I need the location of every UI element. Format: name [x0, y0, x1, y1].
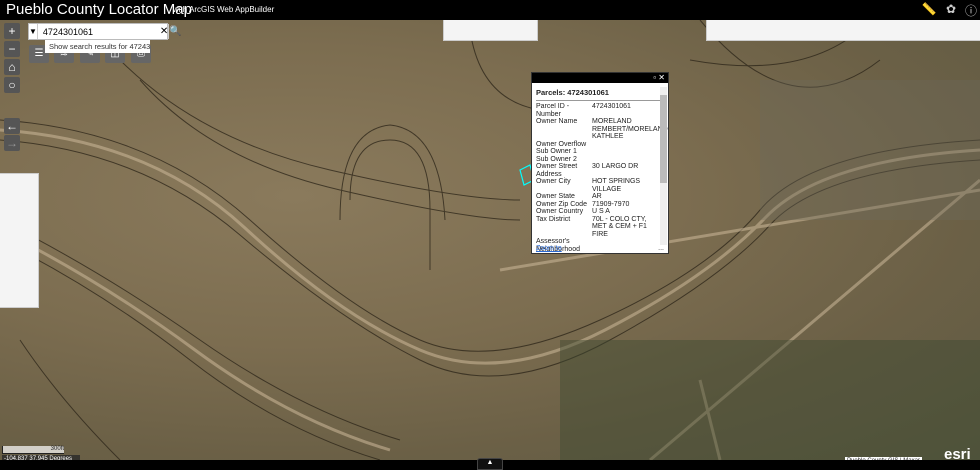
zoom-in-button[interactable]: +: [4, 23, 20, 39]
info-icon[interactable]: ⓘ: [962, 2, 980, 18]
field-value: 70L - COLO CTY, MET & CEM + F1 FIRE: [592, 215, 647, 238]
app-subtitle: with ArcGIS Web AppBuilder: [173, 5, 275, 14]
unmapped-area: [0, 173, 39, 308]
popup-field-row: Owner Name MORELAND REMBERT/MORELAND KATH…: [536, 118, 668, 141]
field-value: 4724301061: [592, 103, 631, 110]
unmapped-area: [443, 20, 538, 41]
zoom-to-link[interactable]: Zoom to: [536, 245, 664, 252]
scale-bar: 300ft: [2, 446, 64, 454]
search-icon[interactable]: 🔍: [168, 24, 182, 39]
field-label: Parcel ID - Number: [536, 103, 570, 118]
popup-field-row: Owner Overflow: [536, 141, 658, 149]
measure-icon[interactable]: 📏: [920, 2, 938, 18]
popup-field-row: Sub Owner 1: [536, 148, 658, 156]
field-value: [592, 156, 658, 164]
next-extent-button[interactable]: →: [4, 135, 20, 151]
clear-icon[interactable]: ✕: [160, 24, 168, 39]
field-label: Owner Street Address: [536, 163, 578, 178]
expand-panel-button[interactable]: ▲: [477, 458, 503, 470]
field-label: Owner Overflow: [536, 140, 587, 148]
field-label: Sub Owner 1: [536, 148, 577, 155]
popup-field-row: Owner State AR: [536, 193, 658, 201]
popup-field-row: Sub Owner 2: [536, 156, 658, 164]
popup-field-row: Owner Country U S A: [536, 208, 658, 216]
app-header: Pueblo County Locator Map with ArcGIS We…: [0, 0, 980, 20]
popup-scrollbar[interactable]: [660, 87, 667, 245]
locate-button[interactable]: ○: [4, 77, 20, 93]
popup-fields: Parcel ID - Number 4724301061 Owner Name MO…: [532, 103, 668, 251]
close-icon[interactable]: ✕: [658, 73, 665, 82]
search-input[interactable]: [37, 24, 160, 39]
field-label: Owner City: [536, 178, 571, 185]
field-label: Owner Zip Code: [536, 200, 587, 208]
field-value: 71909-7970: [592, 200, 630, 208]
field-label: Owner Country: [536, 208, 584, 215]
popup-field-row: Parcel ID - Number 4724301061: [536, 103, 658, 118]
unmapped-area: [706, 20, 980, 41]
field-label: Tax District: [536, 215, 571, 223]
popup-field-row: Owner City HOT SPRINGS VILLAGE: [536, 178, 658, 193]
search-widget: ▼ ✕ 🔍: [28, 23, 182, 40]
field-label: Owner Name: [536, 118, 578, 125]
field-value: MORELAND REMBERT/MORELAND KATHLEE: [592, 118, 668, 140]
field-value: AR: [592, 193, 602, 200]
maximize-icon[interactable]: ▫: [653, 73, 656, 82]
field-value: HOT SPRINGS VILLAGE: [592, 178, 641, 193]
field-value: [592, 148, 658, 156]
field-label: Sub Owner 2: [536, 155, 577, 163]
app-title: Pueblo County Locator Map: [6, 1, 192, 18]
popup-title: Parcels: 4724301061: [536, 88, 664, 101]
popup-field-row: Tax District 70L - COLO CTY, MET & CEM + …: [536, 216, 658, 239]
field-value: 30 LARGO DR: [592, 163, 639, 170]
field-value: U S A: [592, 208, 610, 215]
parcel-popup: ▫ ✕ Parcels: 4724301061 Parcel ID - Numb…: [531, 72, 669, 254]
map-view[interactable]: + − ⌂ ○ ← → ☰ ≋ ✎ ◫ ⎙: [0, 20, 980, 460]
search-source-dropdown[interactable]: ▼: [29, 24, 38, 39]
previous-extent-button[interactable]: ←: [4, 118, 20, 134]
field-value: [592, 141, 658, 149]
field-label: Owner State: [536, 193, 575, 200]
parcel-lines: [0, 20, 980, 460]
basemap-gallery-icon[interactable]: ✿: [942, 2, 960, 18]
more-actions-button[interactable]: ...: [658, 245, 664, 252]
home-button[interactable]: ⌂: [4, 59, 20, 75]
popup-field-row: Owner Zip Code 71909-7970: [536, 201, 658, 209]
zoom-out-button[interactable]: −: [4, 41, 20, 57]
search-suggestion[interactable]: Show search results for 47243...: [45, 40, 150, 53]
popup-field-row: Owner Street Address 30 LARGO DR: [536, 163, 658, 178]
